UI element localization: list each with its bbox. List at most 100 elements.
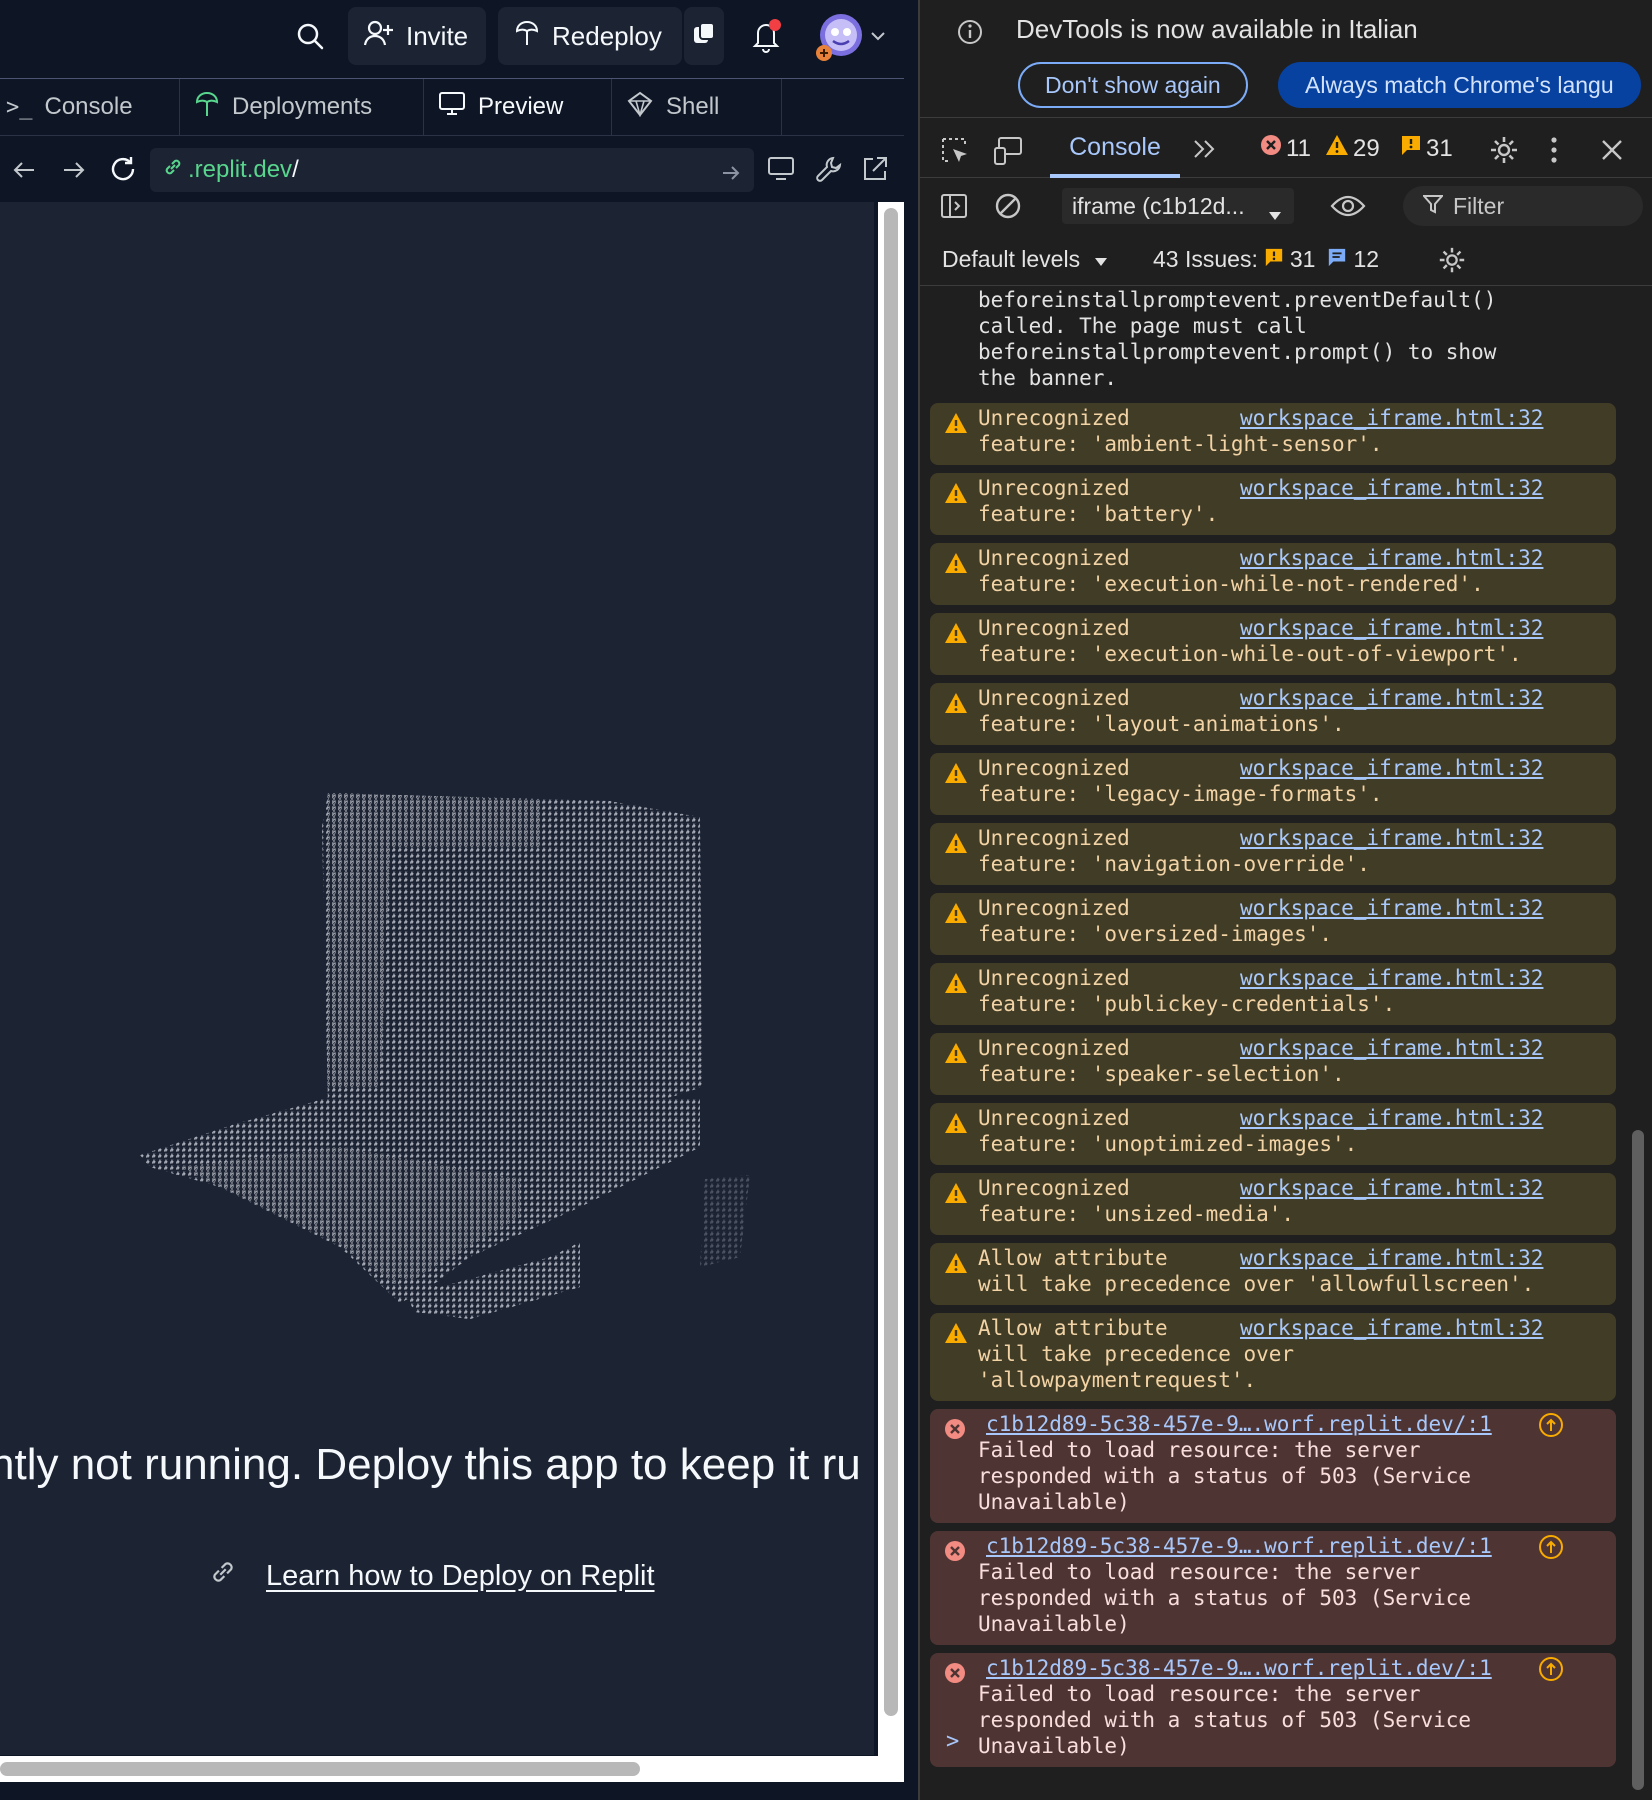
monitor-icon [438, 91, 466, 124]
add-user-icon [363, 20, 394, 53]
context-selector[interactable]: iframe (c1b12d... [1062, 188, 1294, 224]
dont-show-again-button[interactable]: Don't show again [1018, 62, 1248, 108]
tab-preview-label: Preview [478, 93, 564, 120]
console-source-link[interactable]: workspace_iframe.html:32 [1240, 895, 1543, 921]
console-warning-entry[interactable]: Unrecognized feature: 'navigation-overri… [930, 823, 1616, 885]
console-source-link[interactable]: workspace_iframe.html:32 [1240, 755, 1543, 781]
network-request-icon[interactable] [1538, 1534, 1564, 1565]
default-levels-label: Default levels [942, 246, 1081, 272]
console-warning-entry[interactable]: Unrecognized feature: 'battery'. workspac… [930, 473, 1616, 535]
console-settings-gear-icon[interactable] [1434, 242, 1470, 278]
console-source-link[interactable]: workspace_iframe.html:32 [1240, 1175, 1543, 1201]
console-scrollbar-thumb[interactable] [1632, 1130, 1644, 1790]
device-toolbar-icon[interactable] [992, 134, 1026, 168]
always-match-language-button[interactable]: Always match Chrome's langu [1278, 62, 1641, 108]
reload-icon[interactable] [106, 152, 140, 186]
eye-icon[interactable] [1328, 190, 1368, 222]
preview-horizontal-scrollbar[interactable] [0, 1756, 904, 1782]
console-prompt[interactable]: > [946, 1729, 959, 1754]
console-messages[interactable]: beforeinstallpromptevent.preventDefault(… [920, 287, 1620, 1787]
more-tabs-icon[interactable] [1190, 134, 1220, 164]
back-arrow-icon[interactable] [8, 154, 40, 186]
error-count[interactable]: 11 [1260, 134, 1311, 163]
tab-deployments[interactable]: Deployments [180, 79, 424, 135]
preview-vertical-scrollbar[interactable] [878, 202, 904, 1782]
console-source-link[interactable]: c1b12d89-5c38-457e-9….worf.replit.dev/:1 [986, 1655, 1492, 1681]
console-source-link[interactable]: workspace_iframe.html:32 [1240, 1105, 1543, 1131]
console-source-link[interactable]: c1b12d89-5c38-457e-9….worf.replit.dev/:1 [986, 1533, 1492, 1559]
warning-count[interactable]: 29 [1325, 134, 1380, 163]
wrench-icon[interactable] [812, 152, 846, 186]
avatar[interactable] [814, 12, 864, 62]
issues-link[interactable]: 43 Issues: 31 12 [1153, 246, 1379, 273]
console-source-link[interactable]: workspace_iframe.html:32 [1240, 475, 1543, 501]
learn-deploy-link[interactable]: Learn how to Deploy on Replit [266, 1560, 655, 1593]
tab-preview[interactable]: Preview [424, 79, 612, 135]
console-warning-entry[interactable]: Unrecognized feature: 'execution-while-o… [930, 613, 1616, 675]
filter-input[interactable]: Filter [1403, 186, 1643, 226]
network-request-icon[interactable] [1538, 1412, 1564, 1443]
console-error-entry[interactable]: Failed to load resource: the server resp… [930, 1653, 1616, 1767]
scrollbar-thumb[interactable] [0, 1762, 640, 1776]
console-warning-entry[interactable]: Unrecognized feature: 'speaker-selection… [930, 1033, 1616, 1095]
console-error-entry[interactable]: Failed to load resource: the server resp… [930, 1531, 1616, 1645]
warning-count-value: 29 [1353, 134, 1380, 162]
console-warning-entry[interactable]: Allow attribute will take precedence ove… [930, 1243, 1616, 1305]
issues-count[interactable]: 31 [1400, 134, 1453, 163]
search-icon[interactable] [292, 18, 328, 54]
sidebar-toggle-icon[interactable] [938, 190, 970, 222]
go-arrow-icon[interactable] [722, 160, 740, 188]
invite-button[interactable]: Invite [348, 7, 486, 65]
preview-viewport[interactable]: # @ ntly not running. Deploy this app to… [0, 202, 874, 1755]
console-source-link[interactable]: workspace_iframe.html:32 [1240, 545, 1543, 571]
console-source-link[interactable]: workspace_iframe.html:32 [1240, 685, 1543, 711]
console-source-link[interactable]: workspace_iframe.html:32 [1240, 615, 1543, 641]
warning-icon [944, 1252, 968, 1279]
scrollbar-thumb[interactable] [884, 208, 898, 1716]
error-icon [944, 1418, 966, 1445]
dropdown-arrow-icon [1094, 246, 1108, 272]
console-warning-entry[interactable]: Unrecognized feature: 'publickey-credent… [930, 963, 1616, 1025]
devices-icon[interactable] [764, 152, 798, 186]
forward-arrow-icon[interactable] [58, 154, 90, 186]
tab-console[interactable]: Console [1050, 120, 1180, 178]
console-warning-entry[interactable]: Unrecognized feature: 'unoptimized-image… [930, 1103, 1616, 1165]
warning-icon [944, 1112, 968, 1139]
console-warning-entry[interactable]: Unrecognized feature: 'oversized-images'… [930, 893, 1616, 955]
close-icon[interactable] [1596, 134, 1628, 166]
warning-icon [944, 902, 968, 929]
url-input[interactable]: .replit.dev / [150, 148, 754, 192]
console-source-link[interactable]: workspace_iframe.html:32 [1240, 825, 1543, 851]
context-label: iframe (c1b12d... [1072, 192, 1245, 219]
console-warning-entry[interactable]: Allow attribute will take precedence ove… [930, 1313, 1616, 1401]
console-warning-entry[interactable]: Unrecognized feature: 'legacy-image-form… [930, 753, 1616, 815]
console-warning-entry[interactable]: Unrecognized feature: 'unsized-media'. wo… [930, 1173, 1616, 1235]
link-icon [162, 156, 184, 185]
console-source-link[interactable]: workspace_iframe.html:32 [1240, 1245, 1543, 1271]
bell-icon[interactable] [746, 16, 786, 56]
warning-icon [944, 762, 968, 789]
console-warning-entry[interactable]: Unrecognized feature: 'ambient-light-sen… [930, 403, 1616, 465]
error-count-value: 11 [1286, 134, 1311, 162]
console-warning-entry[interactable]: Unrecognized feature: 'execution-while-n… [930, 543, 1616, 605]
console-source-link[interactable]: workspace_iframe.html:32 [1240, 965, 1543, 991]
console-source-link[interactable]: workspace_iframe.html:32 [1240, 1035, 1543, 1061]
tab-shell[interactable]: Shell [612, 79, 782, 135]
redeploy-button[interactable]: Redeploy [498, 7, 682, 65]
tab-console[interactable]: >_ Console [0, 79, 180, 135]
clear-console-icon[interactable] [992, 190, 1024, 222]
copy-icon [692, 21, 716, 52]
inspect-element-icon[interactable] [938, 134, 972, 168]
open-external-icon[interactable] [858, 152, 892, 186]
kebab-menu-icon[interactable] [1544, 132, 1564, 168]
default-levels-dropdown[interactable]: Default levels [942, 246, 1108, 273]
chevron-down-icon[interactable] [868, 26, 888, 46]
redeploy-options-button[interactable] [684, 7, 724, 65]
console-warning-entry[interactable]: Unrecognized feature: 'layout-animations… [930, 683, 1616, 745]
gear-icon[interactable] [1486, 132, 1522, 168]
console-source-link[interactable]: c1b12d89-5c38-457e-9….worf.replit.dev/:1 [986, 1411, 1492, 1437]
console-error-entry[interactable]: Failed to load resource: the server resp… [930, 1409, 1616, 1523]
network-request-icon[interactable] [1538, 1656, 1564, 1687]
console-source-link[interactable]: workspace_iframe.html:32 [1240, 405, 1543, 431]
console-source-link[interactable]: workspace_iframe.html:32 [1240, 1315, 1543, 1341]
